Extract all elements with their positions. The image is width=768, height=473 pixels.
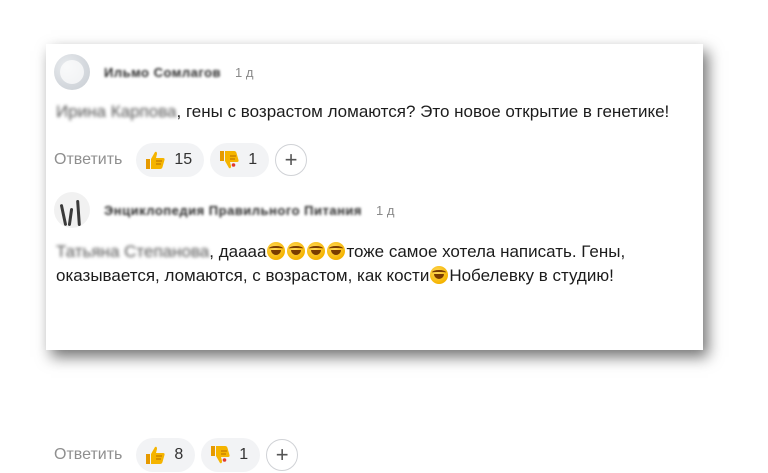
thumbs-down-icon [218, 150, 240, 170]
avatar[interactable] [54, 54, 90, 90]
rofl-emoji-icon [287, 242, 306, 260]
rofl-emoji-icon [327, 242, 346, 260]
add-reaction-button[interactable]: + [275, 144, 308, 176]
comment-text: Татьяна Степанова, даааа тоже самое хотел… [56, 240, 696, 288]
comment-body-part1: , даааа [209, 242, 267, 261]
comment-body-part3: Нобелевку в студию! [449, 266, 614, 285]
reply-button[interactable]: Ответить [54, 151, 122, 169]
rofl-emoji-icon [430, 266, 449, 284]
dislike-count: 1 [239, 446, 249, 463]
mention[interactable]: Татьяна Степанова [56, 242, 209, 261]
add-reaction-button[interactable]: + [266, 439, 299, 471]
like-count: 8 [174, 446, 184, 463]
author-name[interactable]: Энциклопедия Правильного Питания [104, 203, 362, 218]
thumbs-down-icon [209, 445, 231, 465]
comment-date: 1 д [235, 64, 254, 80]
author-name[interactable]: Ильмо Сомлагов [104, 65, 221, 80]
rofl-emoji-icon [267, 242, 286, 260]
rofl-emoji-icon [307, 242, 326, 260]
comment-header: Ильмо Сомлагов 1 д [54, 54, 253, 90]
comment-date: 1 д [376, 202, 395, 218]
like-button[interactable]: 15 [136, 143, 205, 177]
dislike-count: 1 [248, 151, 258, 168]
dislike-button[interactable]: 1 [210, 143, 270, 177]
comment-header: Энциклопедия Правильного Питания 1 д [54, 192, 394, 228]
comment-actions: Ответить 8 1 + [54, 437, 299, 473]
like-count: 15 [174, 151, 193, 168]
mention[interactable]: Ирина Карпова [56, 102, 177, 121]
comment-body: , гены с возрастом ломаются? Это новое о… [176, 102, 670, 121]
thumbs-up-icon [144, 150, 166, 170]
thumbs-up-icon [144, 445, 166, 465]
like-button[interactable]: 8 [136, 438, 196, 472]
comment-actions: Ответить 15 1 + [54, 142, 308, 178]
reply-button[interactable]: Ответить [54, 446, 122, 464]
comments-panel: Ильмо Сомлагов 1 д Ирина Карпова, гены с… [46, 44, 703, 472]
comment-text: Ирина Карпова, гены с возрастом ломаются… [56, 100, 696, 124]
dislike-button[interactable]: 1 [201, 438, 261, 472]
avatar[interactable] [54, 192, 90, 228]
